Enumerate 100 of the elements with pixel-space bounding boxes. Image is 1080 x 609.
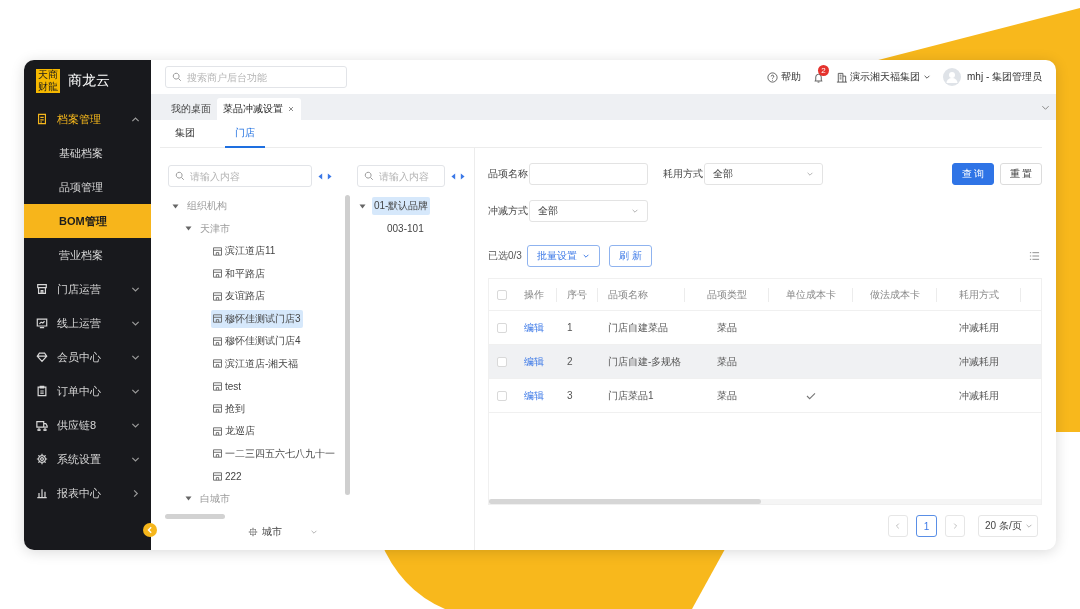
table-row[interactable]: 编辑 3 门店菜品1 菜品 冲减耗用 <box>489 379 1041 413</box>
caret-right-icon[interactable] <box>327 172 332 180</box>
query-button[interactable]: 查 询 <box>952 163 994 185</box>
scrollbar[interactable] <box>345 195 350 495</box>
brand-name: 商龙云 <box>68 72 110 90</box>
column-header: 品项名称 <box>598 279 685 310</box>
table-cell-text: 1 <box>566 321 574 335</box>
monitor-icon <box>36 317 48 329</box>
menu-item[interactable]: 档案管理 <box>24 102 151 136</box>
toolbar-button[interactable]: 批量设置 <box>527 245 600 267</box>
caret-icon[interactable] <box>185 495 192 503</box>
list-icon[interactable] <box>1029 251 1040 261</box>
logo: 天商财龍 <box>36 69 60 93</box>
menu-item[interactable]: 线上运营 <box>24 306 151 340</box>
next-page-button[interactable] <box>945 515 965 537</box>
avatar-icon[interactable] <box>943 68 961 86</box>
column-header: 操作 <box>514 279 557 310</box>
caret-icon <box>923 73 931 81</box>
tree-node[interactable]: 龙巡店 <box>211 422 257 441</box>
table-cell-text: 3 <box>566 389 574 403</box>
menu-item[interactable]: 门店运营 <box>24 272 151 306</box>
field-label: 冲减方式 <box>488 204 529 218</box>
storefront-icon <box>213 314 222 324</box>
storefront-icon <box>213 246 222 256</box>
caret-icon <box>310 528 318 536</box>
search-field[interactable]: 搜索商户后台功能 <box>165 66 347 88</box>
menu-item[interactable]: 会员中心 <box>24 340 151 374</box>
scrollbar[interactable] <box>489 499 761 504</box>
collapse-icon[interactable] <box>143 523 157 537</box>
city-dropdown[interactable]: 城市 <box>248 523 318 541</box>
notification-badge: 2 <box>818 64 829 76</box>
table-cell-text: 冲减耗用 <box>958 354 1000 369</box>
storefront-icon <box>213 359 222 369</box>
page-tab[interactable]: 菜品冲减设置 <box>217 98 301 120</box>
reset-button[interactable]: 重 置 <box>1000 163 1042 185</box>
scrollbar[interactable] <box>165 514 225 519</box>
tree-node[interactable]: 01-默认品牌 <box>372 197 431 216</box>
menu-item[interactable]: 系统设置 <box>24 442 151 476</box>
tree-node[interactable]: 抢到 <box>211 399 247 418</box>
search-field[interactable]: 请输入内容 <box>168 165 312 187</box>
submenu-item[interactable]: 基础档案 <box>24 136 151 170</box>
tree-node[interactable]: 穆怀佳测试门店3 <box>211 309 303 328</box>
caret-icon[interactable] <box>359 202 366 210</box>
caret-icon <box>631 207 639 215</box>
input-field[interactable] <box>529 163 648 185</box>
help-icon <box>767 71 778 83</box>
chevron-right-icon <box>131 488 140 498</box>
table-cell-text: 冲减耗用 <box>958 320 1000 335</box>
tree-node[interactable]: 一二三四五六七八九十一 <box>211 444 337 463</box>
tree-node[interactable]: 穆怀佳测试门店4 <box>211 332 303 351</box>
tree-node[interactable]: 222 <box>211 468 244 484</box>
select-field[interactable]: 全部 <box>704 163 823 185</box>
org-dropdown[interactable]: 演示湘天福集团 <box>836 70 931 84</box>
storefront-icon <box>213 426 222 436</box>
tab[interactable]: 门店 <box>225 120 265 148</box>
tree-node[interactable]: 滨江道店-湘天福 <box>211 354 301 373</box>
caret-left-icon[interactable] <box>451 172 456 180</box>
checkbox[interactable] <box>497 322 507 333</box>
caret-left-icon[interactable] <box>318 172 323 180</box>
tree-node[interactable]: 滨江道店11 <box>211 242 278 261</box>
checkbox[interactable] <box>497 289 507 300</box>
field-label: 品项名称 <box>488 167 529 181</box>
submenu-item[interactable]: BOM管理 <box>24 204 151 238</box>
storefront-icon <box>213 269 222 279</box>
edit-link[interactable]: 编辑 <box>524 354 544 369</box>
table-cell-text: 门店自建-多规格 <box>607 354 683 369</box>
edit-link[interactable]: 编辑 <box>524 320 544 335</box>
select-field[interactable]: 全部 <box>529 200 648 222</box>
table-row[interactable]: 编辑 2 门店自建-多规格 菜品 冲减耗用 <box>489 345 1041 379</box>
chevron-right-icon <box>951 522 959 530</box>
checkbox[interactable] <box>497 390 507 401</box>
help-link[interactable]: 帮助 <box>767 70 801 84</box>
caret-icon[interactable] <box>185 225 192 233</box>
page-button[interactable]: 1 <box>916 515 937 537</box>
checkbox[interactable] <box>497 356 507 367</box>
column-header: 品项类型 <box>685 279 769 310</box>
menu-item[interactable]: 报表中心 <box>24 476 151 510</box>
submenu-item[interactable]: 品项管理 <box>24 170 151 204</box>
prev-page-button[interactable] <box>888 515 908 537</box>
tree-node[interactable]: 003-101 <box>385 221 426 237</box>
menu-item[interactable]: 供应链8 <box>24 408 151 442</box>
tab[interactable]: 集团 <box>165 120 205 148</box>
caret-icon[interactable] <box>172 202 179 210</box>
bell-icon[interactable] <box>813 71 824 83</box>
close-icon[interactable] <box>287 105 295 113</box>
storefront-icon <box>36 283 48 295</box>
edit-link[interactable]: 编辑 <box>524 388 544 403</box>
submenu-item[interactable]: 营业档案 <box>24 238 151 272</box>
toolbar-button[interactable]: 刷 新 <box>609 245 652 267</box>
menu-item[interactable]: 订单中心 <box>24 374 151 408</box>
tree-node[interactable]: test <box>211 378 244 394</box>
page-size-select[interactable]: 20 条/页 <box>978 515 1038 537</box>
page-tab[interactable]: 我的桌面 <box>165 98 217 120</box>
table-cell-text: 菜品 <box>716 320 738 335</box>
clipboard-icon <box>36 385 48 397</box>
tree-node[interactable]: 和平路店 <box>211 264 267 283</box>
search-field[interactable]: 请输入内容 <box>357 165 445 187</box>
caret-right-icon[interactable] <box>460 172 465 180</box>
gear-icon <box>36 453 48 465</box>
tree-node[interactable]: 友谊路店 <box>211 287 267 306</box>
